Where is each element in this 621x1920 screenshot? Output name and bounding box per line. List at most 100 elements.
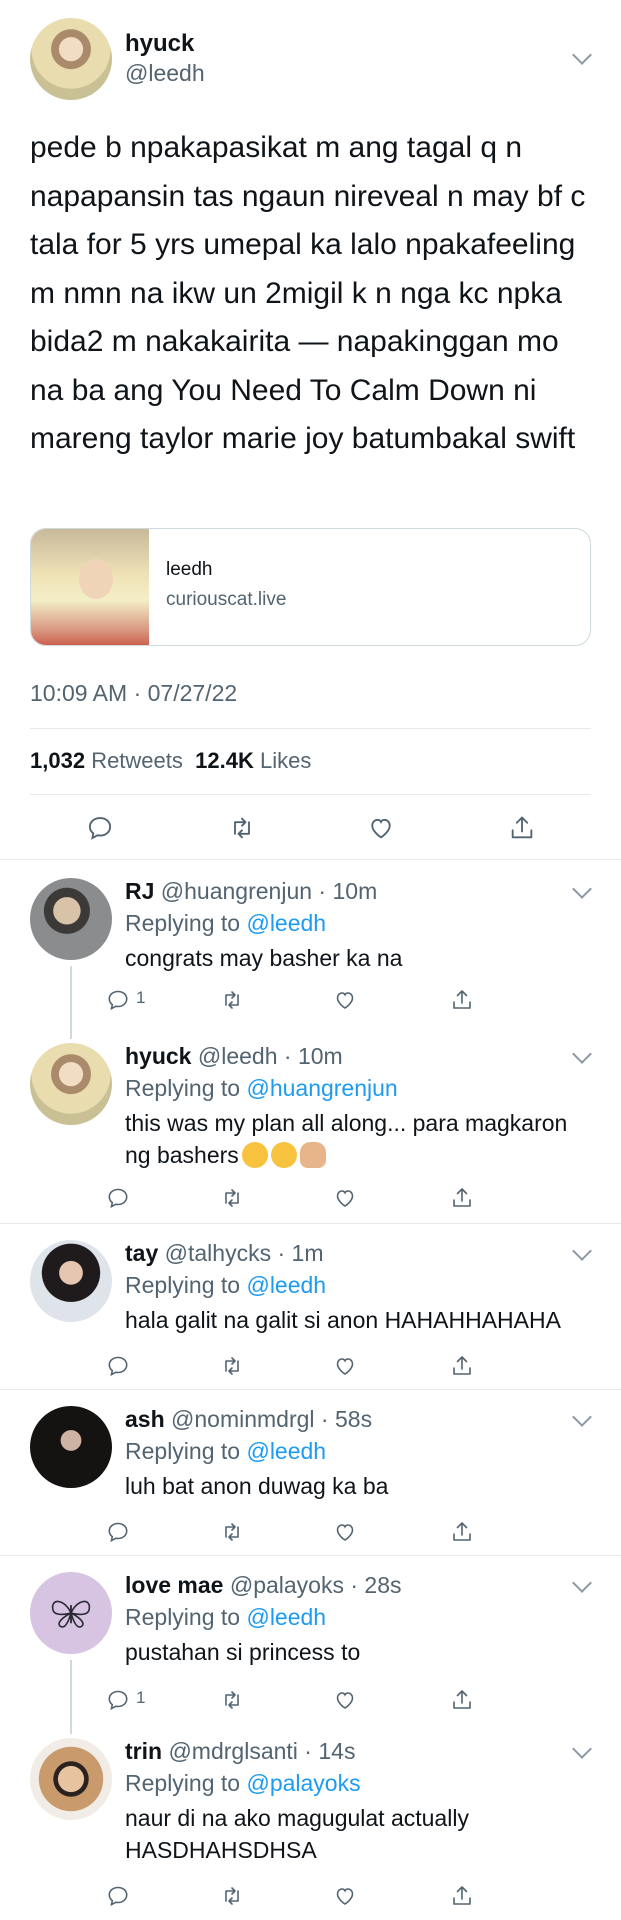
retweets-label[interactable]: Retweets bbox=[91, 748, 183, 773]
avatar[interactable] bbox=[30, 18, 112, 100]
reply-actions: 1 bbox=[0, 980, 621, 1020]
reply-button[interactable] bbox=[98, 980, 138, 1020]
like-button[interactable] bbox=[325, 1178, 365, 1218]
retweet-button[interactable] bbox=[222, 808, 262, 848]
reply-button[interactable] bbox=[98, 1178, 138, 1218]
reply-button[interactable] bbox=[98, 1680, 138, 1720]
share-button[interactable] bbox=[442, 1512, 482, 1552]
like-button[interactable] bbox=[361, 808, 401, 848]
replying-to-label: Replying to bbox=[125, 1604, 241, 1630]
share-button[interactable] bbox=[442, 980, 482, 1020]
avatar[interactable] bbox=[30, 1406, 112, 1488]
like-button[interactable] bbox=[325, 1680, 365, 1720]
tweet-stats: 1,032 Retweets 12.4K Likes bbox=[30, 748, 311, 774]
like-button[interactable] bbox=[325, 980, 365, 1020]
chevron-down-icon[interactable] bbox=[572, 1241, 592, 1261]
retweet-button[interactable] bbox=[212, 1680, 252, 1720]
chevron-down-icon[interactable] bbox=[572, 45, 592, 65]
reply-button[interactable] bbox=[98, 1512, 138, 1552]
reply-tweet[interactable]: tay @talhycks · 1m Replying to @leedh ha… bbox=[0, 1240, 621, 1355]
reply-button[interactable] bbox=[98, 1346, 138, 1386]
link-card[interactable]: leedh curiouscat.live bbox=[30, 528, 591, 646]
like-icon bbox=[336, 1524, 354, 1541]
author-handle[interactable]: @leedh bbox=[125, 60, 205, 87]
replying-to-label: Replying to bbox=[125, 1272, 241, 1298]
retweet-button[interactable] bbox=[212, 1346, 252, 1386]
replying-to-label: Replying to bbox=[125, 910, 241, 936]
chevron-down-icon[interactable] bbox=[572, 1739, 592, 1759]
reply-tweet[interactable]: hyuck @leedh · 10m Replying to @huangren… bbox=[0, 1043, 621, 1193]
reply-author-name[interactable]: tay bbox=[125, 1240, 158, 1266]
reply-time[interactable]: 14s bbox=[318, 1738, 355, 1764]
reply-author-handle[interactable]: @palayoks bbox=[230, 1572, 344, 1598]
share-icon bbox=[453, 990, 471, 1009]
share-button[interactable] bbox=[442, 1876, 482, 1916]
avatar[interactable] bbox=[30, 1738, 112, 1820]
reply-author-handle[interactable]: @nominmdrgl bbox=[171, 1406, 315, 1432]
reply-author-name[interactable]: RJ bbox=[125, 878, 154, 904]
avatar[interactable] bbox=[30, 1043, 112, 1125]
like-button[interactable] bbox=[325, 1512, 365, 1552]
avatar[interactable] bbox=[30, 1240, 112, 1322]
reply-time[interactable]: 58s bbox=[335, 1406, 372, 1432]
likes-label[interactable]: Likes bbox=[260, 748, 311, 773]
reply-actions bbox=[0, 1346, 621, 1386]
reply-actions: 1 bbox=[0, 1680, 621, 1720]
pensive-emoji bbox=[270, 1142, 297, 1168]
like-button[interactable] bbox=[325, 1346, 365, 1386]
reply-author-name[interactable]: love mae bbox=[125, 1572, 223, 1598]
reply-icon bbox=[108, 1690, 128, 1711]
chevron-down-icon[interactable] bbox=[572, 1044, 592, 1064]
tweet-timestamp[interactable]: 10:09 AM · 07/27/22 bbox=[30, 680, 237, 707]
reply-author-name[interactable]: trin bbox=[125, 1738, 162, 1764]
reply-author-handle[interactable]: @huangrenjun bbox=[161, 878, 312, 904]
reply-time[interactable]: 1m bbox=[292, 1240, 324, 1266]
reply-author-handle[interactable]: @talhycks bbox=[165, 1240, 271, 1266]
retweet-button[interactable] bbox=[212, 980, 252, 1020]
reply-header: hyuck @leedh · 10m bbox=[125, 1043, 343, 1069]
mention-link[interactable]: @palayoks bbox=[246, 1770, 360, 1796]
retweet-button[interactable] bbox=[212, 1876, 252, 1916]
reply-button[interactable] bbox=[98, 1876, 138, 1916]
share-icon bbox=[453, 1522, 471, 1541]
share-button[interactable] bbox=[502, 808, 542, 848]
share-button[interactable] bbox=[442, 1680, 482, 1720]
reply-time[interactable]: 10m bbox=[298, 1043, 343, 1069]
reply-author-name[interactable]: ash bbox=[125, 1406, 165, 1432]
reply-tweet[interactable]: ash @nominmdrgl · 58s Replying to @leedh… bbox=[0, 1406, 621, 1521]
mention-link[interactable]: @huangrenjun bbox=[246, 1075, 397, 1101]
like-button[interactable] bbox=[325, 1876, 365, 1916]
avatar[interactable] bbox=[30, 1572, 112, 1654]
chevron-down-icon[interactable] bbox=[572, 1573, 592, 1593]
reply-author-handle[interactable]: @leedh bbox=[198, 1043, 278, 1069]
mention-link[interactable]: @leedh bbox=[246, 1604, 326, 1630]
share-icon bbox=[453, 1690, 471, 1709]
author-name[interactable]: hyuck bbox=[125, 30, 194, 58]
retweet-button[interactable] bbox=[212, 1178, 252, 1218]
chevron-down-icon[interactable] bbox=[572, 879, 592, 899]
reply-button[interactable] bbox=[80, 808, 120, 848]
retweet-button[interactable] bbox=[212, 1512, 252, 1552]
reply-author-name[interactable]: hyuck bbox=[125, 1043, 191, 1069]
like-icon bbox=[336, 1692, 354, 1709]
reply-count: 1 bbox=[136, 988, 146, 1007]
main-tweet: hyuck @leedh pede b npakapasikat m ang t… bbox=[0, 0, 621, 860]
share-button[interactable] bbox=[442, 1346, 482, 1386]
like-icon bbox=[336, 1190, 354, 1207]
like-icon bbox=[336, 1888, 354, 1905]
share-button[interactable] bbox=[442, 1178, 482, 1218]
share-icon bbox=[453, 1356, 471, 1375]
likes-count[interactable]: 12.4K bbox=[195, 748, 254, 773]
mention-link[interactable]: @leedh bbox=[246, 1272, 326, 1298]
mention-link[interactable]: @leedh bbox=[246, 1438, 326, 1464]
reply-text-content: this was my plan all along... para magka… bbox=[125, 1110, 568, 1168]
reply-time[interactable]: 10m bbox=[333, 878, 378, 904]
mention-link[interactable]: @leedh bbox=[246, 910, 326, 936]
retweets-count[interactable]: 1,032 bbox=[30, 748, 85, 773]
reply-icon bbox=[108, 1886, 128, 1907]
reply-time[interactable]: 28s bbox=[364, 1572, 401, 1598]
chevron-down-icon[interactable] bbox=[572, 1407, 592, 1427]
avatar[interactable] bbox=[30, 878, 112, 960]
pensive-emoji bbox=[241, 1142, 268, 1168]
reply-author-handle[interactable]: @mdrglsanti bbox=[168, 1738, 297, 1764]
